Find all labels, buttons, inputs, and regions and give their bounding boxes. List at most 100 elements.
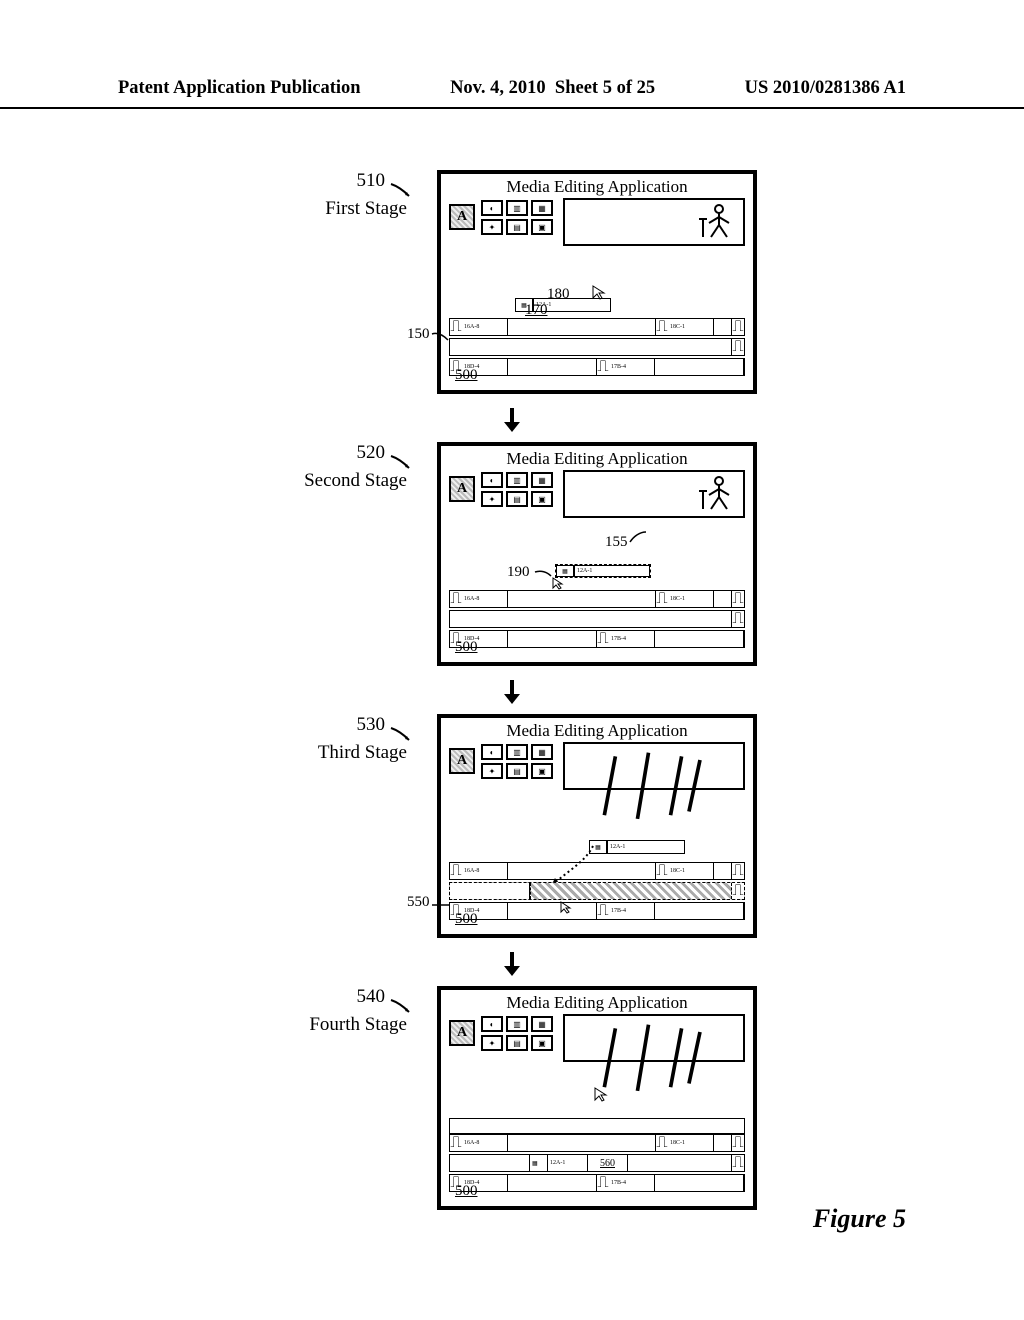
tool-btn[interactable]: ▤ [506, 1035, 528, 1051]
track-3[interactable]: ⎍18D-4⎍17B-4 [449, 1174, 745, 1192]
clip-18d4[interactable]: 18D-4 [462, 359, 508, 375]
app-window: Media Editing Application A ◐▥▦ ✦▤▣ 550 … [437, 714, 757, 938]
tool-btn[interactable]: ▦ [531, 472, 553, 488]
pin-icon: ⎍ [450, 319, 462, 335]
tool-btn[interactable]: ▥ [506, 472, 528, 488]
down-arrow-icon [500, 678, 524, 706]
tool-btn[interactable]: ▣ [531, 491, 553, 507]
app-window: Media Editing Application A ◐▥▦ ✦▤▣ 500 … [437, 986, 757, 1210]
clip-17b4[interactable]: 17B-4 [609, 631, 655, 647]
clip-top[interactable]: ▦ 12A-1 [515, 298, 611, 312]
ref-560: 560 [588, 1155, 628, 1171]
stick-figure-icon [697, 475, 737, 513]
timeline[interactable]: ▦ 12A-1 ⎍16A-8⎍18C-1⎍ ⎍ [449, 820, 745, 930]
ref-150: 150 [407, 326, 450, 343]
track-1[interactable]: ⎍ 16A-8 ⎍ 18C-1 ⎍ [449, 318, 745, 336]
down-arrow-icon [500, 950, 524, 978]
preview-pane [563, 198, 745, 246]
clip-12a1-thumb: ▦ [530, 1155, 548, 1171]
preview-pane [563, 742, 745, 790]
track-3[interactable]: ⎍ 18D-4 ⎍ 17B-4 [449, 358, 745, 376]
toolbar-buttons: ◐▥▦ ✦▤▣ [481, 742, 553, 798]
track-1[interactable]: ⎍16A-8⎍18C-1⎍ [449, 1134, 745, 1152]
page-header: Patent Application Publication Nov. 4, 2… [0, 78, 1024, 109]
clip-top-dashed[interactable]: ▦ 12A-1 [555, 564, 651, 578]
clip-12a1[interactable]: 12A-1 [548, 1155, 588, 1171]
tool-a-button[interactable]: A [449, 204, 475, 230]
pub-number: US 2010/0281386 A1 [745, 78, 906, 99]
clip-16a8[interactable]: 16A-8 [462, 1135, 508, 1151]
timeline[interactable]: ▦ 12A-1 ⎍16A-8⎍18C-1⎍ ⎍ ⎍18D-4⎍17B-4 [449, 548, 745, 658]
tool-btn[interactable]: ▤ [506, 491, 528, 507]
tool-a-button[interactable]: A [449, 748, 475, 774]
clip-top-label: 12A-1 [607, 840, 685, 854]
clip-18c1[interactable]: 18C-1 [668, 1135, 714, 1151]
tool-btn-2[interactable]: ▥ [506, 200, 528, 216]
clip-18c1[interactable]: 18C-1 [668, 591, 714, 607]
app-window: Media Editing Application A ◐ ▥ ▦ ✦ ▤ ▣ [437, 170, 757, 394]
tool-btn-3[interactable]: ▦ [531, 200, 553, 216]
clip-16a8[interactable]: 16A-8 [462, 319, 508, 335]
pin-icon: ⎍ [732, 319, 744, 335]
timeline[interactable]: ▦ 12A-1 ⎍ 16A-8 ⎍ 18C-1 ⎍ ⎍ ⎍ [449, 276, 745, 386]
preview-pane [563, 1014, 745, 1062]
pin-icon: ⎍ [656, 319, 668, 335]
tool-btn[interactable]: ▤ [506, 763, 528, 779]
toolbar-buttons: ◐▥▦ ✦▤▣ [481, 1014, 553, 1070]
track-3[interactable]: ⎍18D-4⎍17B-4 [449, 902, 745, 920]
tool-btn[interactable]: ◐ [481, 472, 503, 488]
tool-btn[interactable]: ▥ [506, 1016, 528, 1032]
tool-btn[interactable]: ✦ [481, 491, 503, 507]
preview-pane [563, 470, 745, 518]
clip-top[interactable]: ▦ 12A-1 [589, 840, 685, 854]
tool-btn-6[interactable]: ▣ [531, 219, 553, 235]
stage-label: Fourth Stage [267, 1014, 407, 1036]
track-3[interactable]: ⎍18D-4⎍17B-4 [449, 630, 745, 648]
stage-first: 510 First Stage Media Editing Applicatio… [267, 170, 757, 394]
tool-a-button[interactable]: A [449, 1020, 475, 1046]
tool-btn[interactable]: ▣ [531, 1035, 553, 1051]
clip-top-label: 12A-1 [574, 565, 650, 577]
track-2[interactable]: ▦ 12A-1 560 ⎍ [449, 1154, 745, 1172]
tool-btn[interactable]: ◐ [481, 1016, 503, 1032]
track-2-drop[interactable]: ⎍ [449, 882, 745, 900]
clip-17b4[interactable]: 17B-4 [609, 1175, 655, 1191]
stage-label: Second Stage [267, 470, 407, 492]
track-2[interactable]: ⎍ [449, 610, 745, 628]
tool-btn-1[interactable]: ◐ [481, 200, 503, 216]
app-title: Media Editing Application [441, 990, 753, 1013]
stage-label: Third Stage [267, 742, 407, 764]
down-arrow-icon [500, 406, 524, 434]
timeline[interactable]: ⎍16A-8⎍18C-1⎍ ▦ 12A-1 560 ⎍ ⎍18D-4⎍17B-4 [449, 1092, 745, 1202]
track-0[interactable] [449, 1118, 745, 1134]
stage-fourth: 540 Fourth Stage Media Editing Applicati… [267, 986, 757, 1210]
track-1[interactable]: ⎍16A-8⎍18C-1⎍ [449, 862, 745, 880]
app-title: Media Editing Application [441, 446, 753, 469]
tool-btn[interactable]: ▥ [506, 744, 528, 760]
tool-btn[interactable]: ▦ [531, 744, 553, 760]
clip-18d4[interactable]: 18D-4 [462, 631, 508, 647]
tool-a-button[interactable]: A [449, 476, 475, 502]
app-title: Media Editing Application [441, 174, 753, 197]
tool-btn-5[interactable]: ▤ [506, 219, 528, 235]
track-1[interactable]: ⎍16A-8⎍18C-1⎍ [449, 590, 745, 608]
track-2[interactable]: ⎍ [449, 338, 745, 356]
clip-17b4[interactable]: 17B-4 [609, 359, 655, 375]
clip-17b4[interactable]: 17B-4 [609, 903, 655, 919]
clip-16a8[interactable]: 16A-8 [462, 591, 508, 607]
stage-third: 530 Third Stage Media Editing Applicatio… [267, 714, 757, 938]
clip-16a8[interactable]: 16A-8 [462, 863, 508, 879]
clip-18d4[interactable]: 18D-4 [462, 903, 508, 919]
tool-btn[interactable]: ▣ [531, 763, 553, 779]
pub-type: Patent Application Publication [118, 78, 361, 99]
tool-btn-4[interactable]: ✦ [481, 219, 503, 235]
tool-btn[interactable]: ✦ [481, 763, 503, 779]
ref-520: 520 [357, 442, 408, 464]
rain-icon [597, 1021, 707, 1053]
clip-18c1[interactable]: 18C-1 [668, 863, 714, 879]
clip-18d4[interactable]: 18D-4 [462, 1175, 508, 1191]
tool-btn[interactable]: ◐ [481, 744, 503, 760]
tool-btn[interactable]: ✦ [481, 1035, 503, 1051]
tool-btn[interactable]: ▦ [531, 1016, 553, 1032]
clip-18c1[interactable]: 18C-1 [668, 319, 714, 335]
